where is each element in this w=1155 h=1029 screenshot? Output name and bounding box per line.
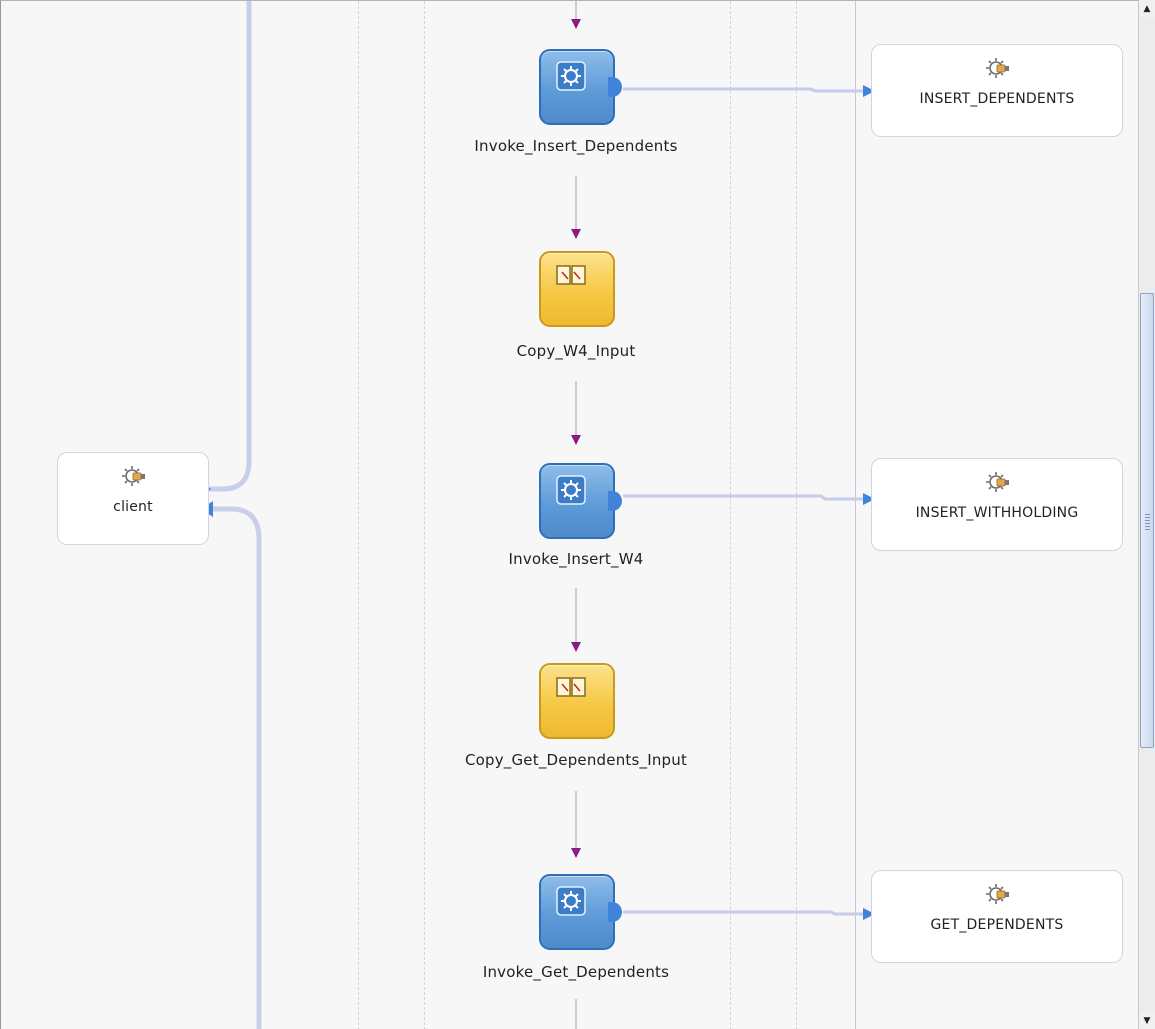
gear-service-icon <box>986 472 1009 492</box>
gear-icon <box>556 886 586 916</box>
partner-link-insert-withholding[interactable]: INSERT_WITHHOLDING <box>871 458 1123 551</box>
gear-service-icon <box>986 58 1009 78</box>
invoke-activity-insert-dependents[interactable] <box>539 49 622 125</box>
scroll-thumb[interactable] <box>1140 293 1154 748</box>
partner-link-label: client <box>113 499 153 515</box>
activity-label: Copy_Get_Dependents_Input <box>464 751 688 769</box>
wire-get-dependents <box>623 910 863 916</box>
partner-link-insert-dependents[interactable]: INSERT_DEPENDENTS <box>871 44 1123 137</box>
gear-service-icon <box>122 466 145 486</box>
activity-label: Invoke_Get_Dependents <box>482 963 670 981</box>
scroll-down-arrow-icon[interactable]: ▼ <box>1139 1012 1155 1029</box>
assign-icon <box>556 677 586 697</box>
gear-service-icon <box>986 884 1009 904</box>
wire-insert-withholding <box>623 494 863 501</box>
partner-link-client[interactable]: client <box>57 452 209 545</box>
activity-label: Invoke_Insert_Dependents <box>474 137 678 155</box>
activity-label: Copy_W4_Input <box>516 342 636 360</box>
partner-link-label: INSERT_WITHHOLDING <box>915 505 1079 521</box>
bpel-process-canvas[interactable]: client INSERT_DEPENDENTS INSERT_WITHHOLD… <box>0 0 1138 1029</box>
gear-icon <box>556 61 586 91</box>
flow-arrow <box>571 848 581 858</box>
client-wire-out <box>209 1 252 492</box>
assign-activity-copy-get-dependents-input[interactable] <box>539 663 615 739</box>
invoke-activity-get-dependents[interactable] <box>539 874 622 950</box>
flow-arrow <box>571 435 581 445</box>
partner-link-get-dependents[interactable]: GET_DEPENDENTS <box>871 870 1123 963</box>
grip-icon <box>1145 514 1150 530</box>
wire-insert-dependents <box>623 87 863 93</box>
assign-icon <box>556 265 586 285</box>
partner-link-label: INSERT_DEPENDENTS <box>919 91 1075 107</box>
scroll-up-arrow-icon[interactable]: ▲ <box>1139 0 1155 17</box>
partner-link-label: GET_DEPENDENTS <box>930 917 1064 933</box>
client-wire-in <box>209 506 262 1029</box>
assign-activity-copy-w4-input[interactable] <box>539 251 615 327</box>
vertical-scrollbar[interactable]: ▲ ▼ <box>1138 0 1155 1029</box>
flow-arrow <box>571 229 581 239</box>
activity-label: Invoke_Insert_W4 <box>508 550 644 568</box>
flow-arrow <box>571 19 581 29</box>
flow-arrow <box>571 642 581 652</box>
invoke-activity-insert-w4[interactable] <box>539 463 622 539</box>
gear-icon <box>556 475 586 505</box>
